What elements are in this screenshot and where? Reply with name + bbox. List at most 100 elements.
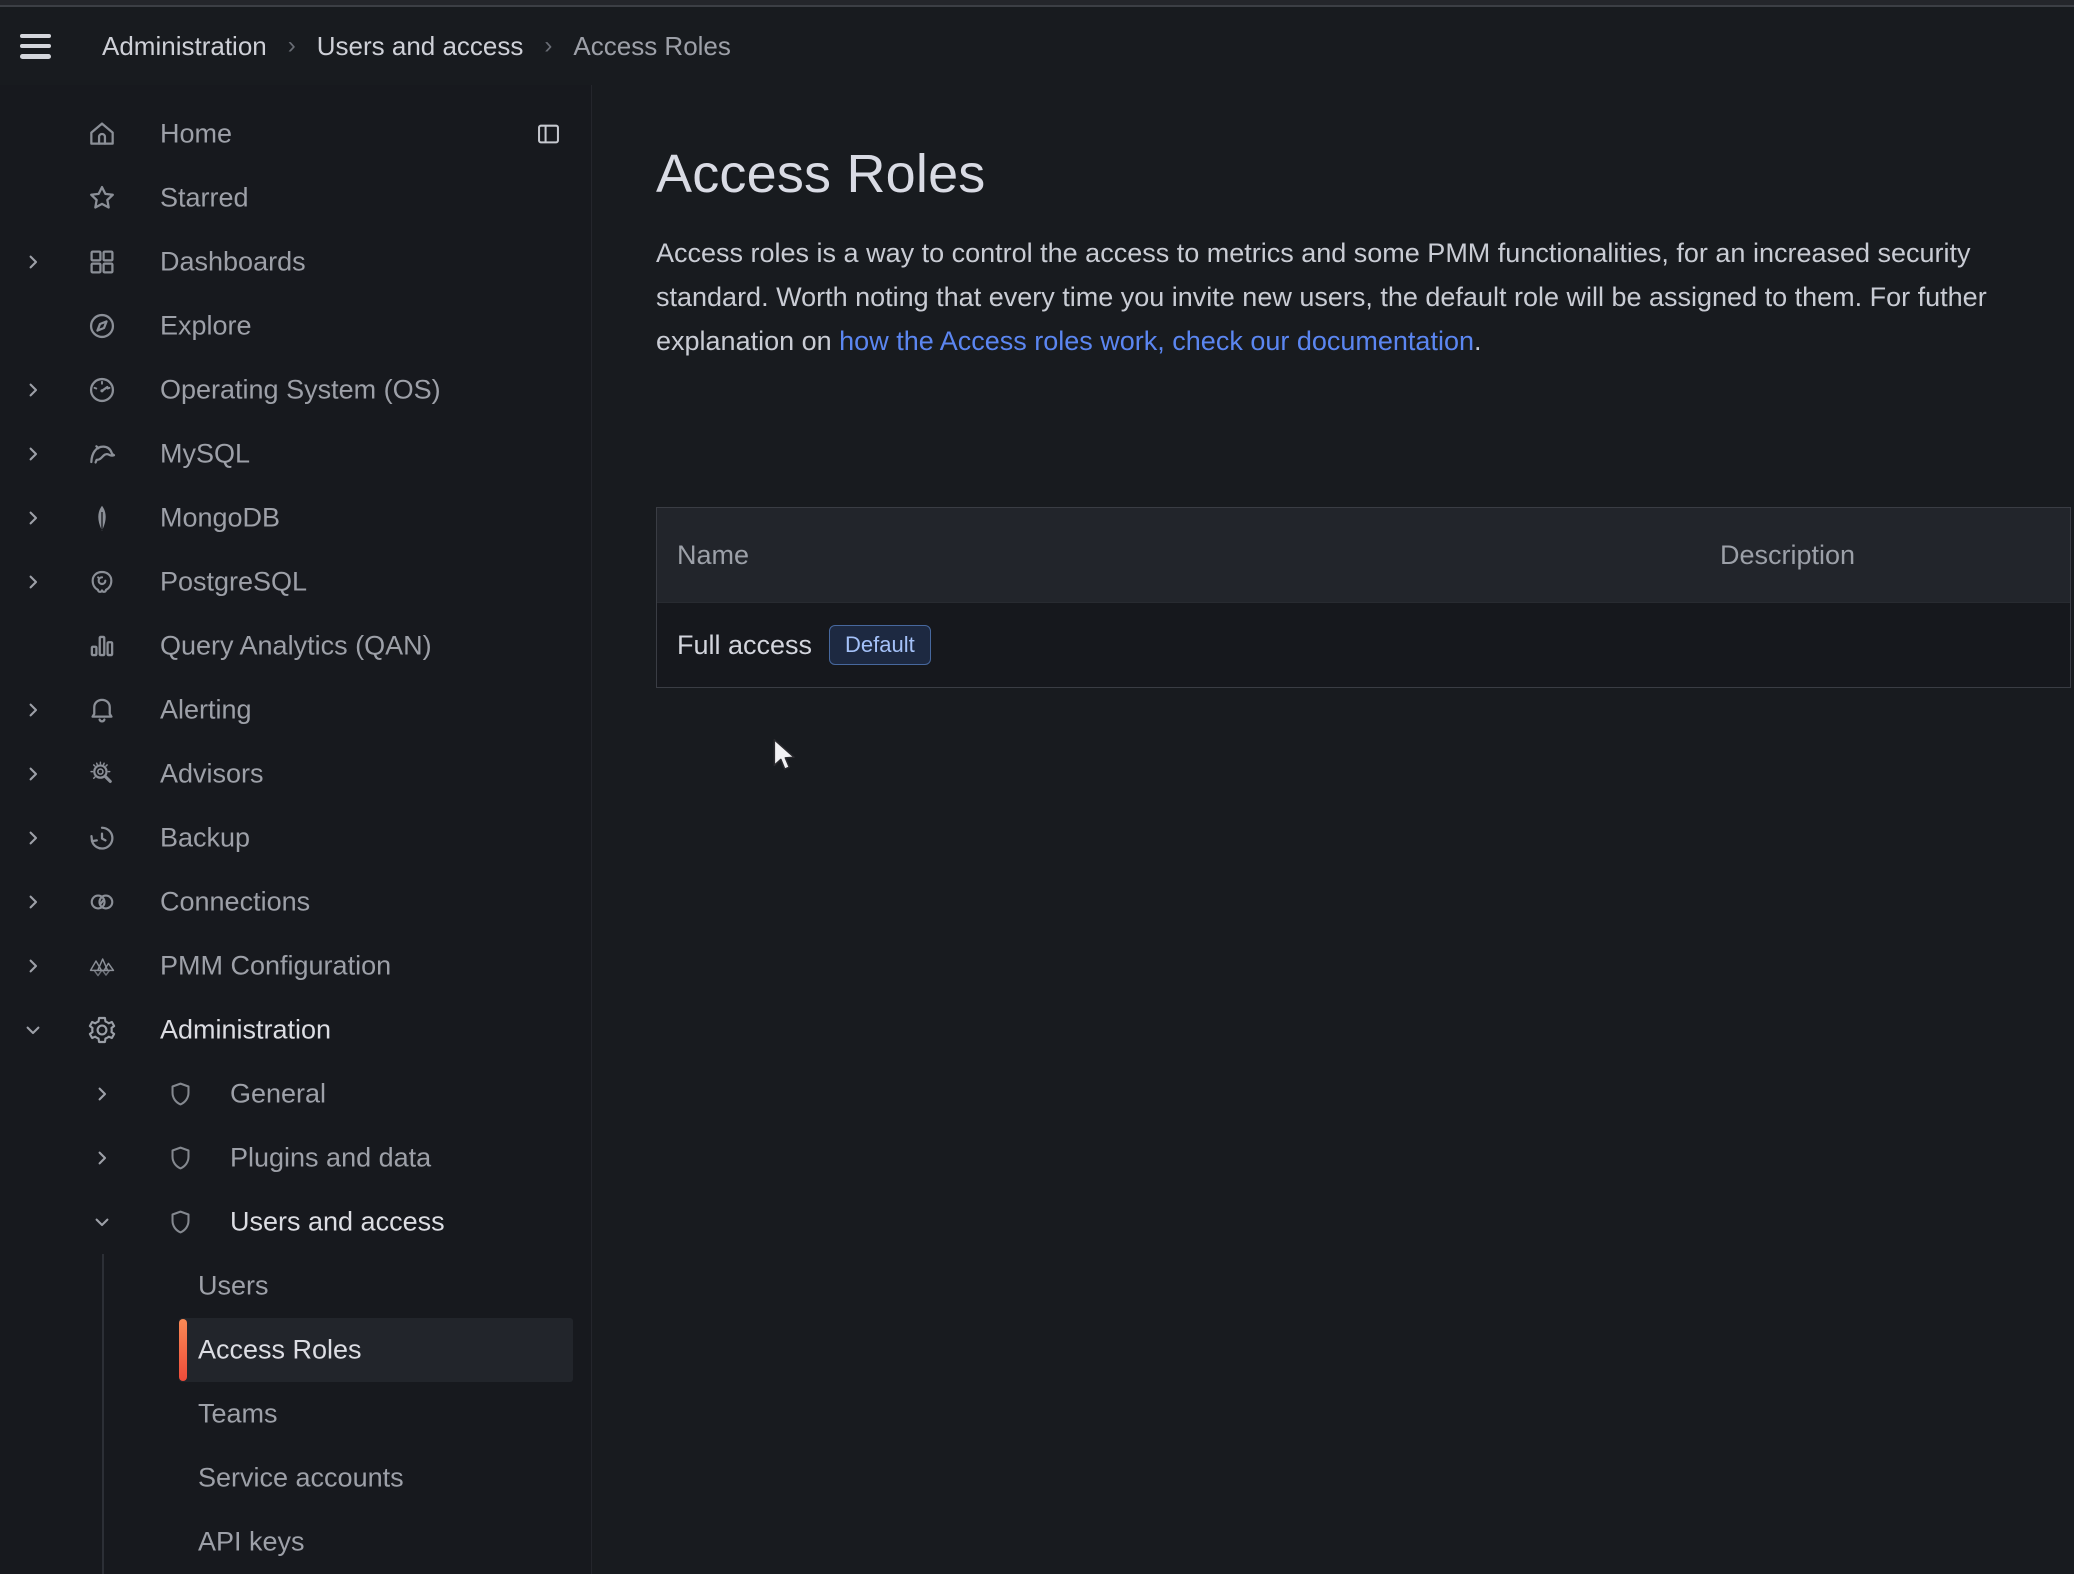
compass-icon: [86, 310, 118, 342]
sidebar-item-postgresql[interactable]: PostgreSQL: [0, 550, 591, 614]
sidebar-item-access-roles[interactable]: Access Roles: [0, 1318, 591, 1382]
default-badge: Default: [829, 625, 931, 665]
chevron-right-icon[interactable]: [21, 954, 45, 978]
breadcrumb-separator: ›: [544, 32, 552, 60]
sidebar-item-label: Dashboards: [160, 247, 306, 278]
breadcrumb: Administration › Users and access › Acce…: [102, 31, 731, 62]
chevron-right-icon[interactable]: [90, 1146, 114, 1170]
gauge-icon: [86, 374, 118, 406]
burger-bar: [20, 54, 51, 59]
nav-list: Home Starred Dashboards: [0, 102, 591, 1574]
sidebar-item-label: PostgreSQL: [160, 567, 307, 598]
sidebar-item-starred[interactable]: Starred: [0, 166, 591, 230]
burger-bar: [20, 44, 51, 49]
chevron-right-icon[interactable]: [21, 250, 45, 274]
mega-menu-toggle-icon[interactable]: [20, 34, 51, 59]
shield-icon: [166, 1080, 195, 1109]
shield-icon: [166, 1208, 195, 1237]
sidebar-item-explore[interactable]: Explore: [0, 294, 591, 358]
chevron-right-icon[interactable]: [21, 698, 45, 722]
sidebar-item-users-and-access[interactable]: Users and access: [0, 1190, 591, 1254]
page-title: Access Roles: [656, 141, 986, 207]
sidebar-item-label: MySQL: [160, 439, 250, 470]
chevron-right-icon[interactable]: [21, 826, 45, 850]
dock-menu-icon[interactable]: [535, 121, 562, 148]
apps-icon: [86, 246, 118, 278]
breadcrumb-separator: ›: [288, 32, 296, 60]
main-content: Access Roles Access roles is a way to co…: [592, 85, 2074, 1574]
sidebar-item-teams[interactable]: Teams: [0, 1382, 591, 1446]
sidebar-item-backup[interactable]: Backup: [0, 806, 591, 870]
burger-bar: [20, 34, 51, 39]
sidebar-item-label: Backup: [160, 823, 250, 854]
column-header-name: Name: [657, 540, 1720, 571]
description-text: .: [1474, 326, 1482, 356]
chevron-down-icon[interactable]: [90, 1210, 114, 1234]
sidebar-item-label: Explore: [160, 311, 252, 342]
roles-table: Name Description Full access Default: [656, 507, 2071, 688]
sidebar-item-api-keys[interactable]: API keys: [0, 1510, 591, 1574]
sidebar-item-mysql[interactable]: MySQL: [0, 422, 591, 486]
breadcrumb-users-and-access[interactable]: Users and access: [317, 31, 524, 62]
postgresql-icon: [86, 566, 118, 598]
sidebar-item-label: Teams: [198, 1399, 278, 1430]
selected-item-accent-bar: [179, 1319, 187, 1381]
sidebar-item-label: Advisors: [160, 759, 264, 790]
sidebar-item-label: Alerting: [160, 695, 252, 726]
role-name: Full access: [677, 630, 812, 661]
sidebar-item-users[interactable]: Users: [0, 1254, 591, 1318]
sidebar-item-label: Plugins and data: [230, 1143, 431, 1174]
sidebar-item-label: Users: [198, 1271, 269, 1302]
breadcrumb-current-page: Access Roles: [573, 31, 731, 62]
pmm-logo-icon: [86, 950, 118, 982]
chevron-right-icon[interactable]: [21, 570, 45, 594]
chevron-down-icon[interactable]: [21, 1018, 45, 1042]
gear-icon: [86, 1014, 118, 1046]
sidebar-item-label: API keys: [198, 1527, 305, 1558]
column-header-description: Description: [1720, 540, 1855, 571]
breadcrumb-administration[interactable]: Administration: [102, 31, 267, 62]
sidebar-item-label: Home: [160, 119, 232, 150]
app-header: Administration › Users and access › Acce…: [0, 7, 2074, 86]
chevron-right-icon[interactable]: [21, 762, 45, 786]
sidebar-item-administration[interactable]: Administration: [0, 998, 591, 1062]
sidebar-item-pmm-configuration[interactable]: PMM Configuration: [0, 934, 591, 998]
sidebar-item-query-analytics[interactable]: Query Analytics (QAN): [0, 614, 591, 678]
table-row[interactable]: Full access Default: [657, 603, 2070, 687]
sidebar-item-general[interactable]: General: [0, 1062, 591, 1126]
sidebar-item-advisors[interactable]: Advisors: [0, 742, 591, 806]
bell-icon: [86, 694, 118, 726]
sidebar-item-home[interactable]: Home: [0, 102, 591, 166]
sidebar-item-label: Connections: [160, 887, 310, 918]
sidebar-item-label: Access Roles: [198, 1335, 362, 1366]
sidebar-item-mongodb[interactable]: MongoDB: [0, 486, 591, 550]
star-icon: [86, 182, 118, 214]
mysql-icon: [86, 438, 118, 470]
sidebar-item-label: MongoDB: [160, 503, 280, 534]
docs-link[interactable]: how the Access roles work, check our doc…: [839, 326, 1474, 356]
chevron-right-icon[interactable]: [21, 506, 45, 530]
table-header-row: Name Description: [657, 508, 2070, 603]
page-description: Access roles is a way to control the acc…: [656, 231, 2074, 363]
advisors-icon: [86, 758, 118, 790]
chevron-right-icon[interactable]: [90, 1082, 114, 1106]
sidebar-item-dashboards[interactable]: Dashboards: [0, 230, 591, 294]
connections-icon: [86, 886, 118, 918]
chevron-right-icon[interactable]: [21, 890, 45, 914]
sidebar-item-label: Query Analytics (QAN): [160, 631, 432, 662]
sidebar-item-plugins-and-data[interactable]: Plugins and data: [0, 1126, 591, 1190]
sidebar-item-operating-system[interactable]: Operating System (OS): [0, 358, 591, 422]
window-top-strip: [0, 0, 2074, 7]
chevron-right-icon[interactable]: [21, 378, 45, 402]
sidebar-item-alerting[interactable]: Alerting: [0, 678, 591, 742]
sidebar-item-label: Administration: [160, 1015, 331, 1046]
sidebar-item-label: General: [230, 1079, 326, 1110]
sidebar-item-connections[interactable]: Connections: [0, 870, 591, 934]
chevron-right-icon[interactable]: [21, 442, 45, 466]
sidebar-item-service-accounts[interactable]: Service accounts: [0, 1446, 591, 1510]
home-icon: [86, 118, 118, 150]
mongodb-icon: [86, 502, 118, 534]
shield-icon: [166, 1144, 195, 1173]
mega-menu-sidebar: Home Starred Dashboards: [0, 85, 592, 1574]
sidebar-item-label: Users and access: [230, 1207, 445, 1238]
